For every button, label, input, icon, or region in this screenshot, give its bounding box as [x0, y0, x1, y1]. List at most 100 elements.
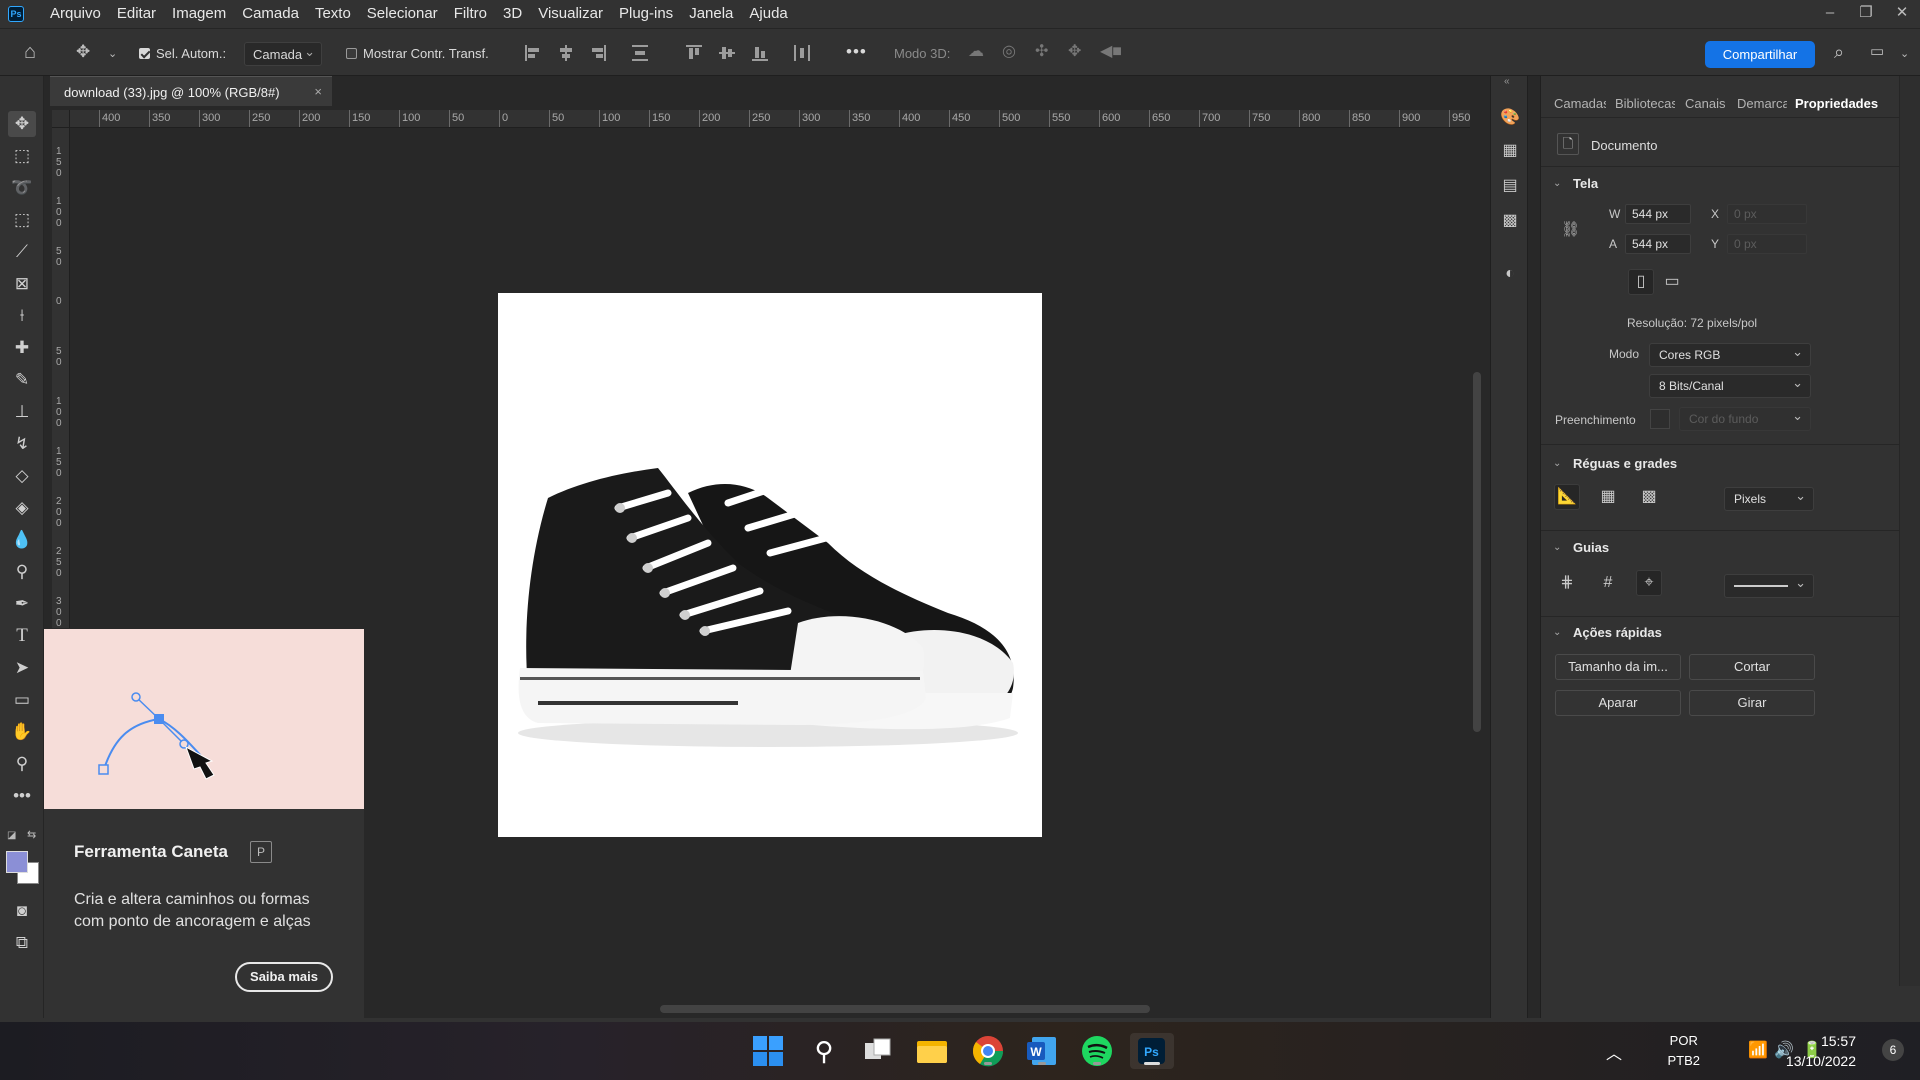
show-transform-checkbox[interactable]: [346, 48, 357, 59]
menu-editar[interactable]: Editar: [109, 0, 164, 28]
image-size-button[interactable]: Tamanho da im...: [1555, 654, 1681, 680]
roll-3d-icon[interactable]: ◎: [1002, 41, 1016, 63]
language-indicator[interactable]: POR PTB2: [1667, 1031, 1700, 1071]
pen-tool-icon[interactable]: ✒: [8, 591, 36, 617]
document-tab[interactable]: download (33).jpg @ 100% (RGB/8#) ×: [50, 76, 332, 106]
crop-tool-icon[interactable]: ⟋: [8, 239, 36, 265]
distribute-v-icon[interactable]: [794, 45, 810, 61]
orbit-3d-icon[interactable]: ☁: [968, 41, 984, 63]
lock-guides-icon[interactable]: #: [1595, 570, 1621, 596]
eyedropper-tool-icon[interactable]: ⟊: [8, 303, 36, 329]
ruler-origin[interactable]: [52, 110, 70, 128]
collapse-caret-icon[interactable]: ⌄: [1553, 178, 1561, 189]
move-tool-icon[interactable]: ✥: [76, 41, 90, 63]
align-top-icon[interactable]: [686, 45, 702, 61]
menu-ajuda[interactable]: Ajuda: [741, 0, 795, 28]
guides-icon[interactable]: ⋕: [1554, 570, 1580, 596]
home-icon[interactable]: ⌂: [24, 41, 36, 63]
eraser-tool-icon[interactable]: ◇: [8, 463, 36, 489]
notification-badge[interactable]: 6: [1882, 1039, 1904, 1061]
default-colors-icon[interactable]: ◪: [7, 830, 16, 841]
align-center-v-icon[interactable]: [719, 45, 735, 61]
align-bottom-icon[interactable]: [752, 45, 768, 61]
marquee-tool-icon[interactable]: ⬚: [8, 143, 36, 169]
x-field[interactable]: 0 px: [1727, 204, 1807, 224]
menu-imagem[interactable]: Imagem: [164, 0, 234, 28]
object-select-tool-icon[interactable]: ⬚: [8, 207, 36, 233]
layer-select-dropdown[interactable]: Camada ⌄: [244, 42, 322, 66]
fill-dropdown[interactable]: Cor do fundo: [1679, 407, 1811, 431]
drag-3d-icon[interactable]: ✣: [1035, 41, 1048, 63]
clock[interactable]: 15:57 13/10/2022: [1786, 1031, 1856, 1071]
type-tool-icon[interactable]: T: [8, 623, 36, 649]
workspace-icon[interactable]: ▭: [1870, 41, 1884, 63]
path-select-icon[interactable]: ➤: [8, 655, 36, 681]
search-icon[interactable]: ⚲: [806, 1033, 842, 1069]
smart-guides-icon[interactable]: ⌖: [1636, 570, 1662, 596]
slide-3d-icon[interactable]: ✥: [1068, 41, 1081, 63]
search-icon[interactable]: ⌕: [1834, 41, 1844, 63]
tab-bibliotecas[interactable]: Bibliotecas: [1615, 96, 1675, 111]
align-center-h-icon[interactable]: [558, 45, 574, 61]
tab-camadas[interactable]: Camadas: [1554, 96, 1606, 111]
fill-color-swatch[interactable]: [1650, 409, 1670, 429]
file-explorer-icon[interactable]: [914, 1033, 950, 1069]
word-icon[interactable]: W: [1024, 1033, 1060, 1069]
color-mode-dropdown[interactable]: Cores RGB: [1649, 343, 1811, 367]
auto-select-checkbox[interactable]: [139, 48, 150, 59]
history-brush-icon[interactable]: ↯: [8, 431, 36, 457]
task-view-icon[interactable]: [860, 1033, 896, 1069]
foreground-color-swatch[interactable]: [6, 851, 28, 873]
patterns-icon[interactable]: ▩: [1500, 211, 1520, 231]
camera-3d-icon[interactable]: ◀■: [1100, 41, 1122, 63]
guide-style-dropdown[interactable]: [1724, 574, 1814, 598]
align-right-icon[interactable]: [590, 45, 606, 61]
pixel-grid-icon[interactable]: ▩: [1636, 484, 1662, 510]
color-palette-icon[interactable]: 🎨: [1500, 108, 1520, 128]
document-canvas[interactable]: [498, 293, 1042, 837]
portrait-orientation-icon[interactable]: ▯: [1628, 269, 1654, 295]
grid-icon[interactable]: ▦: [1595, 484, 1621, 510]
wifi-icon[interactable]: 📶: [1748, 1040, 1768, 1060]
more-options-icon[interactable]: •••: [846, 42, 867, 62]
move-tool-icon[interactable]: ✥: [8, 111, 36, 137]
spotify-icon[interactable]: [1079, 1033, 1115, 1069]
tab-canais[interactable]: Canais: [1685, 96, 1727, 111]
height-field[interactable]: 544 px: [1625, 234, 1691, 254]
dodge-tool-icon[interactable]: ⚲: [8, 559, 36, 585]
trim-button[interactable]: Aparar: [1555, 690, 1681, 716]
quick-mask-icon[interactable]: ◙: [8, 898, 36, 924]
chevron-down-icon[interactable]: ⌄: [108, 43, 117, 65]
brush-tool-icon[interactable]: ✎: [8, 367, 36, 393]
collapse-caret-icon[interactable]: ⌄: [1553, 627, 1561, 638]
learn-more-button[interactable]: Saiba mais: [235, 962, 333, 992]
chevron-down-icon[interactable]: ⌄: [1900, 43, 1909, 65]
chrome-icon[interactable]: [970, 1033, 1006, 1069]
adjustments-icon[interactable]: ◐: [1500, 264, 1520, 284]
minimize-icon[interactable]: –: [1812, 0, 1848, 28]
horizontal-scroll-thumb[interactable]: [660, 1005, 1150, 1013]
more-tools-icon[interactable]: •••: [8, 783, 36, 809]
width-field[interactable]: 544 px: [1625, 204, 1691, 224]
share-button[interactable]: Compartilhar: [1705, 41, 1815, 68]
photoshop-taskbar-icon[interactable]: Ps: [1130, 1033, 1174, 1069]
close-tab-icon[interactable]: ×: [314, 84, 322, 99]
bit-depth-dropdown[interactable]: 8 Bits/Canal: [1649, 374, 1811, 398]
swatches-icon[interactable]: ▦: [1500, 141, 1520, 161]
vertical-scroll-thumb[interactable]: [1473, 372, 1481, 732]
vertical-ruler[interactable]: 150 100 50 0 50 100 150 200 250 300: [52, 128, 70, 628]
lasso-tool-icon[interactable]: ➰: [8, 175, 36, 201]
align-left-icon[interactable]: [525, 45, 541, 61]
horizontal-scrollbar[interactable]: [364, 1000, 1470, 1018]
menu-texto[interactable]: Texto: [307, 0, 359, 28]
menu-selecionar[interactable]: Selecionar: [359, 0, 446, 28]
distribute-icon[interactable]: [632, 45, 648, 61]
screen-mode-icon[interactable]: ⧉: [8, 930, 36, 956]
restore-icon[interactable]: ❐: [1848, 0, 1884, 28]
menu-visualizar[interactable]: Visualizar: [530, 0, 611, 28]
units-dropdown[interactable]: Pixels: [1724, 487, 1814, 511]
ruler-icon[interactable]: 📐: [1554, 484, 1580, 510]
paint-bucket-icon[interactable]: ◈: [8, 495, 36, 521]
blur-tool-icon[interactable]: 💧: [8, 527, 36, 553]
menu-plugins[interactable]: Plug-ins: [611, 0, 681, 28]
